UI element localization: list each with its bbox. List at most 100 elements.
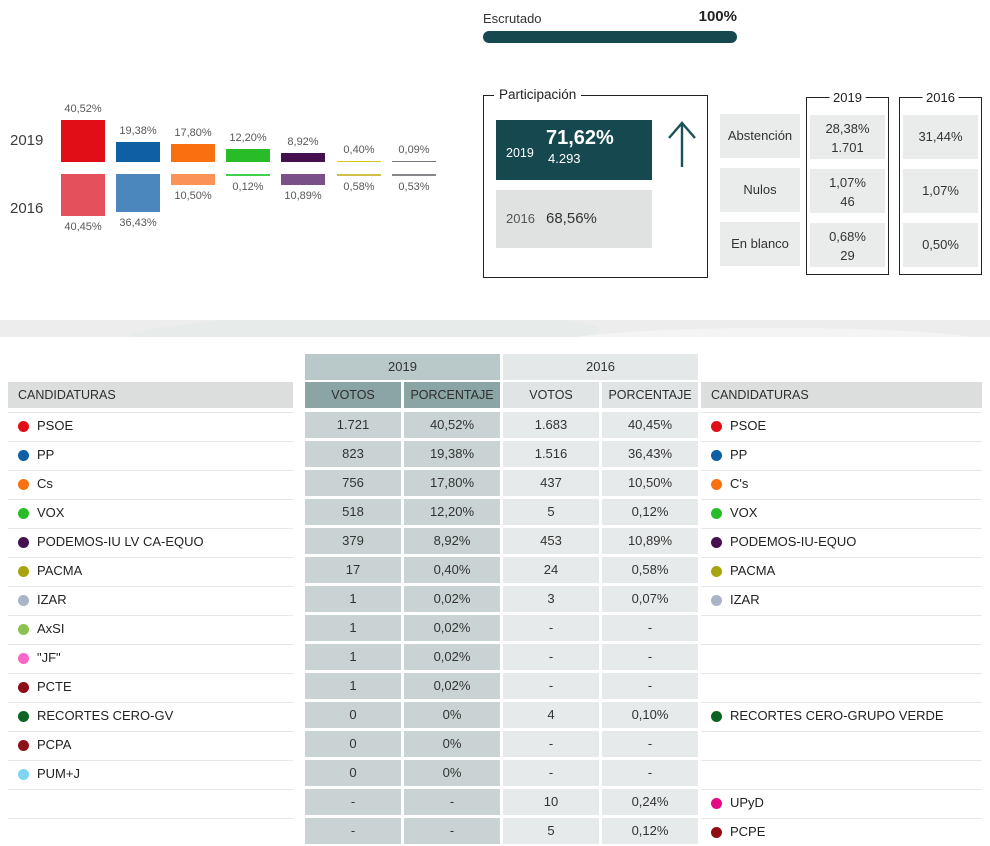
- stat-value: 46: [840, 194, 855, 209]
- chart-bar-label: 0,53%: [398, 180, 430, 193]
- participation-2016-year: 2016: [506, 211, 535, 226]
- chart-bar-2016: [337, 174, 381, 176]
- candidate-cell-right: UPyD: [701, 789, 982, 815]
- chart-bar-label: 36,43%: [119, 216, 157, 229]
- participation-panel: Participación 2019 71,62% 4.293 2016 68,…: [483, 87, 708, 278]
- votes-2019-cell: -: [305, 818, 401, 844]
- percent-2016-cell: 0,12%: [602, 818, 698, 844]
- participation-2016-box: 2016 68,56%: [496, 190, 652, 248]
- percent-2016-cell: 10,50%: [602, 470, 698, 496]
- party-color-dot: [18, 624, 29, 635]
- participation-2019-pct: 71,62%: [546, 127, 614, 149]
- percent-2016-cell: 40,45%: [602, 412, 698, 438]
- party-name: UPyD: [730, 795, 764, 810]
- scrutiny-value: 100%: [698, 8, 737, 25]
- candidate-cell-right: PODEMOS-IU-EQUO: [701, 528, 982, 554]
- percent-2016-cell: -: [602, 615, 698, 641]
- candidate-cell-right: [701, 673, 982, 699]
- stat-label-en-blanco: En blanco: [720, 222, 800, 266]
- percent-2016-cell: 0,12%: [602, 499, 698, 525]
- candidate-cell-right: RECORTES CERO-GRUPO VERDE: [701, 702, 982, 728]
- party-color-dot: [18, 508, 29, 519]
- stat-value: 0,68%: [829, 229, 866, 244]
- percent-2016-cell: 0,10%: [602, 702, 698, 728]
- votes-2016-cell: 3: [503, 586, 599, 612]
- votes-2016-cell: 5: [503, 499, 599, 525]
- party-name: PP: [37, 447, 55, 462]
- party-name: PACMA: [730, 563, 776, 578]
- stat-label-abstencion: Abstención: [720, 114, 800, 158]
- votes-2016-cell: 1.516: [503, 441, 599, 467]
- party-name: PACMA: [37, 563, 83, 578]
- votes-2019-cell: 17: [305, 557, 401, 583]
- votes-2019-cell: 0: [305, 731, 401, 757]
- participation-2019-votes: 4.293: [548, 151, 581, 166]
- percent-2019-cell: 40,52%: [404, 412, 500, 438]
- party-color-dot: [18, 537, 29, 548]
- party-color-dot: [18, 421, 29, 432]
- candidate-cell-right: IZAR: [701, 586, 982, 612]
- party-name: PCPE: [730, 824, 766, 839]
- scrutiny-progress: Escrutado 100%: [483, 8, 737, 46]
- party-name: RECORTES CERO-GRUPO VERDE: [730, 708, 944, 723]
- votes-2016-cell: 453: [503, 528, 599, 554]
- votes-2016-cell: -: [503, 644, 599, 670]
- percent-2016-cell: -: [602, 673, 698, 699]
- party-name: PCPA: [37, 737, 72, 752]
- party-color-dot: [18, 595, 29, 606]
- divider-shape: [129, 320, 601, 337]
- stat-value: 1.701: [831, 140, 864, 155]
- votes-2019-cell: 1.721: [305, 412, 401, 438]
- candidate-cell-right: C's: [701, 470, 982, 496]
- percent-2019-cell: -: [404, 818, 500, 844]
- progress-bar: [483, 31, 737, 43]
- candidate-cell-left: [8, 789, 293, 815]
- percent-2019-cell: 0,02%: [404, 586, 500, 612]
- votes-2019-cell: 1: [305, 615, 401, 641]
- stats-2016-box: 2016 31,44% 1,07% 0,50%: [899, 90, 982, 275]
- chart-bar-2016: [392, 174, 436, 176]
- chart-bar-2019: [392, 160, 436, 162]
- percent-2016-cell: 10,89%: [602, 528, 698, 554]
- stat-2019-abstencion: 28,38% 1.701: [810, 115, 885, 159]
- participation-legend: Participación: [494, 87, 582, 102]
- chart-bar-label: 40,52%: [64, 102, 102, 115]
- party-name: PSOE: [37, 418, 74, 433]
- chart-bar-2016: [226, 174, 270, 176]
- stat-2019-en-blanco: 0,68% 29: [810, 223, 885, 267]
- percent-2019-cell: -: [404, 789, 500, 815]
- votes-2019-cell: 1: [305, 586, 401, 612]
- stats-2016-legend: 2016: [922, 90, 959, 105]
- party-color-dot: [18, 566, 29, 577]
- votes-2016-cell: -: [503, 615, 599, 641]
- party-color-dot: [711, 595, 722, 606]
- votos-2019-header: VOTOS: [305, 382, 401, 408]
- stat-value: 1,07%: [829, 175, 866, 190]
- party-color-dot: [18, 740, 29, 751]
- results-bar-chart: 2019 2016 40,52% 19,38% 17,80% 12,20% 8,92% 0,4…: [0, 90, 455, 242]
- percent-2019-cell: 0,02%: [404, 615, 500, 641]
- stats-2019-legend: 2019: [829, 90, 866, 105]
- scrutiny-label: Escrutado: [483, 11, 542, 26]
- chart-bar-2016: [61, 174, 105, 216]
- party-color-dot: [711, 711, 722, 722]
- party-color-dot: [711, 508, 722, 519]
- chart-row-label-2019: 2019: [10, 132, 44, 149]
- percent-2019-cell: 0%: [404, 702, 500, 728]
- party-color-dot: [18, 479, 29, 490]
- stat-2016-en-blanco: 0,50%: [903, 223, 978, 267]
- party-name: PUM+J: [37, 766, 80, 781]
- percent-2019-cell: 0%: [404, 731, 500, 757]
- chart-bar-2019: [171, 143, 215, 162]
- candidate-cell-left: IZAR: [8, 586, 293, 612]
- percent-2019-cell: 0,40%: [404, 557, 500, 583]
- candidate-cell-left: Cs: [8, 470, 293, 496]
- percent-2019-cell: 12,20%: [404, 499, 500, 525]
- arrow-up-icon: [668, 121, 696, 167]
- votes-2016-cell: -: [503, 760, 599, 786]
- party-color-dot: [711, 421, 722, 432]
- party-name: Cs: [37, 476, 53, 491]
- candidaturas-left-header: CANDIDATURAS: [8, 382, 293, 408]
- party-name: PSOE: [730, 418, 767, 433]
- votes-2019-cell: 1: [305, 673, 401, 699]
